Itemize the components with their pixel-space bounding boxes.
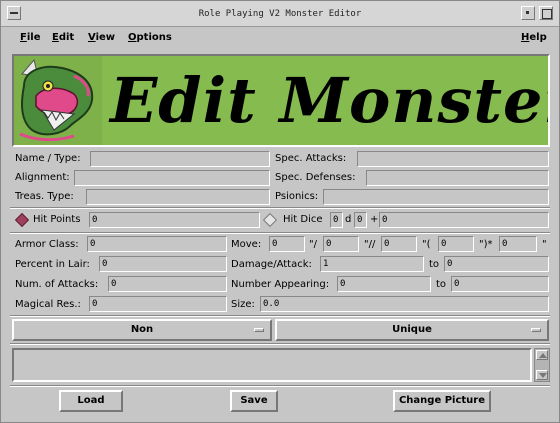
alignment-label: Alignment: [15, 172, 70, 183]
move-sep-4: ")* [479, 239, 493, 250]
move-sep-5: " [542, 239, 547, 250]
move-sep-2: "// [364, 239, 376, 250]
psionics-label: Psionics: [275, 191, 319, 202]
description-textarea[interactable] [12, 348, 532, 382]
magical-res-field[interactable]: 0 [89, 296, 227, 312]
number-appearing-to-label: to [436, 279, 447, 290]
hit-dice-label: Hit Dice [283, 214, 323, 225]
change-picture-button[interactable]: Change Picture [393, 390, 491, 412]
spec-attacks-label: Spec. Attacks: [275, 153, 347, 164]
num-attacks-label: Num. of Attacks: [15, 279, 99, 290]
move-field-1[interactable]: 0 [269, 236, 305, 252]
number-appearing-from-field[interactable]: 0 [337, 276, 431, 292]
damage-attack-from-field[interactable]: 1 [320, 256, 424, 272]
treas-type-label: Treas. Type: [15, 191, 74, 202]
spec-defenses-field[interactable] [366, 170, 549, 186]
menu-bar: File Edit View Options Help [2, 27, 558, 51]
title-bar: Role Playing V2 Monster Editor [1, 1, 559, 27]
window-title: Role Playing V2 Monster Editor [198, 9, 362, 19]
alignment-field[interactable] [74, 170, 270, 186]
move-label: Move: [231, 239, 262, 250]
hit-points-label: Hit Points [33, 214, 81, 225]
num-attacks-field[interactable]: 0 [108, 276, 227, 292]
treas-type-field[interactable] [86, 189, 270, 205]
move-field-5[interactable]: 0 [499, 236, 537, 252]
menu-file[interactable]: File [20, 32, 40, 43]
damage-attack-label: Damage/Attack: [231, 259, 312, 270]
uniqueness-option-value: Unique [392, 324, 432, 335]
move-field-2[interactable]: 0 [323, 236, 359, 252]
option-menu-indicator-icon [531, 328, 541, 332]
hit-dice-bonus-field[interactable]: 0 [379, 212, 549, 228]
damage-attack-to-field[interactable]: 0 [444, 256, 549, 272]
divider [10, 207, 550, 209]
uniqueness-option-menu[interactable]: Unique [275, 319, 549, 341]
spec-attacks-field[interactable] [357, 151, 549, 167]
divider [10, 315, 550, 317]
percent-in-lair-field[interactable]: 0 [99, 256, 227, 272]
menu-options[interactable]: Options [128, 32, 172, 43]
number-appearing-to-field[interactable]: 0 [451, 276, 549, 292]
move-sep-3: "( [422, 239, 431, 250]
menu-edit[interactable]: Edit [52, 32, 74, 43]
monster-picture[interactable] [14, 56, 102, 145]
minimize-button[interactable] [521, 6, 535, 20]
hit-dice-plus-label: + [370, 214, 379, 225]
type-option-value: Non [130, 324, 154, 335]
move-sep-1: "/ [309, 239, 317, 250]
size-label: Size: [231, 299, 255, 310]
name-type-label: Name / Type: [15, 153, 81, 164]
armor-class-label: Armor Class: [15, 239, 79, 250]
hit-dice-sides-field[interactable]: 0 [354, 212, 367, 228]
damage-attack-to-label: to [429, 259, 440, 270]
magical-res-label: Magical Res.: [15, 299, 81, 310]
banner-title: Edit Monster [110, 64, 550, 137]
spec-defenses-label: Spec. Defenses: [275, 172, 356, 183]
psionics-field[interactable] [323, 189, 549, 205]
percent-in-lair-label: Percent in Lair: [15, 259, 90, 270]
description-scrollbar[interactable] [534, 348, 550, 382]
hit-points-field[interactable]: 0 [89, 212, 260, 228]
size-field[interactable]: 0.0 [260, 296, 549, 312]
hit-dice-d-label: d [345, 214, 352, 225]
move-field-4[interactable]: 0 [438, 236, 474, 252]
divider [10, 385, 550, 387]
number-appearing-label: Number Appearing: [231, 279, 330, 290]
type-option-menu[interactable]: Non [12, 319, 272, 341]
divider [10, 232, 550, 234]
hit-dice-count-field[interactable]: 0 [330, 212, 343, 228]
armor-class-field[interactable]: 0 [87, 236, 227, 252]
hit-points-radio[interactable] [14, 212, 30, 228]
menu-view[interactable]: View [88, 32, 115, 43]
move-field-3[interactable]: 0 [381, 236, 417, 252]
maximize-button[interactable] [539, 6, 553, 20]
monster-editor-window: Role Playing V2 Monster Editor File Edit… [0, 0, 560, 423]
scroll-up-arrow-icon[interactable] [536, 350, 548, 360]
divider [10, 343, 550, 345]
option-menu-indicator-icon [254, 328, 264, 332]
hit-dice-radio[interactable] [262, 212, 278, 228]
menu-help[interactable]: Help [521, 32, 547, 43]
load-button[interactable]: Load [59, 390, 123, 412]
banner: Edit Monster [12, 54, 550, 147]
scroll-down-arrow-icon[interactable] [536, 370, 548, 380]
name-type-field[interactable] [90, 151, 270, 167]
save-button[interactable]: Save [230, 390, 278, 412]
